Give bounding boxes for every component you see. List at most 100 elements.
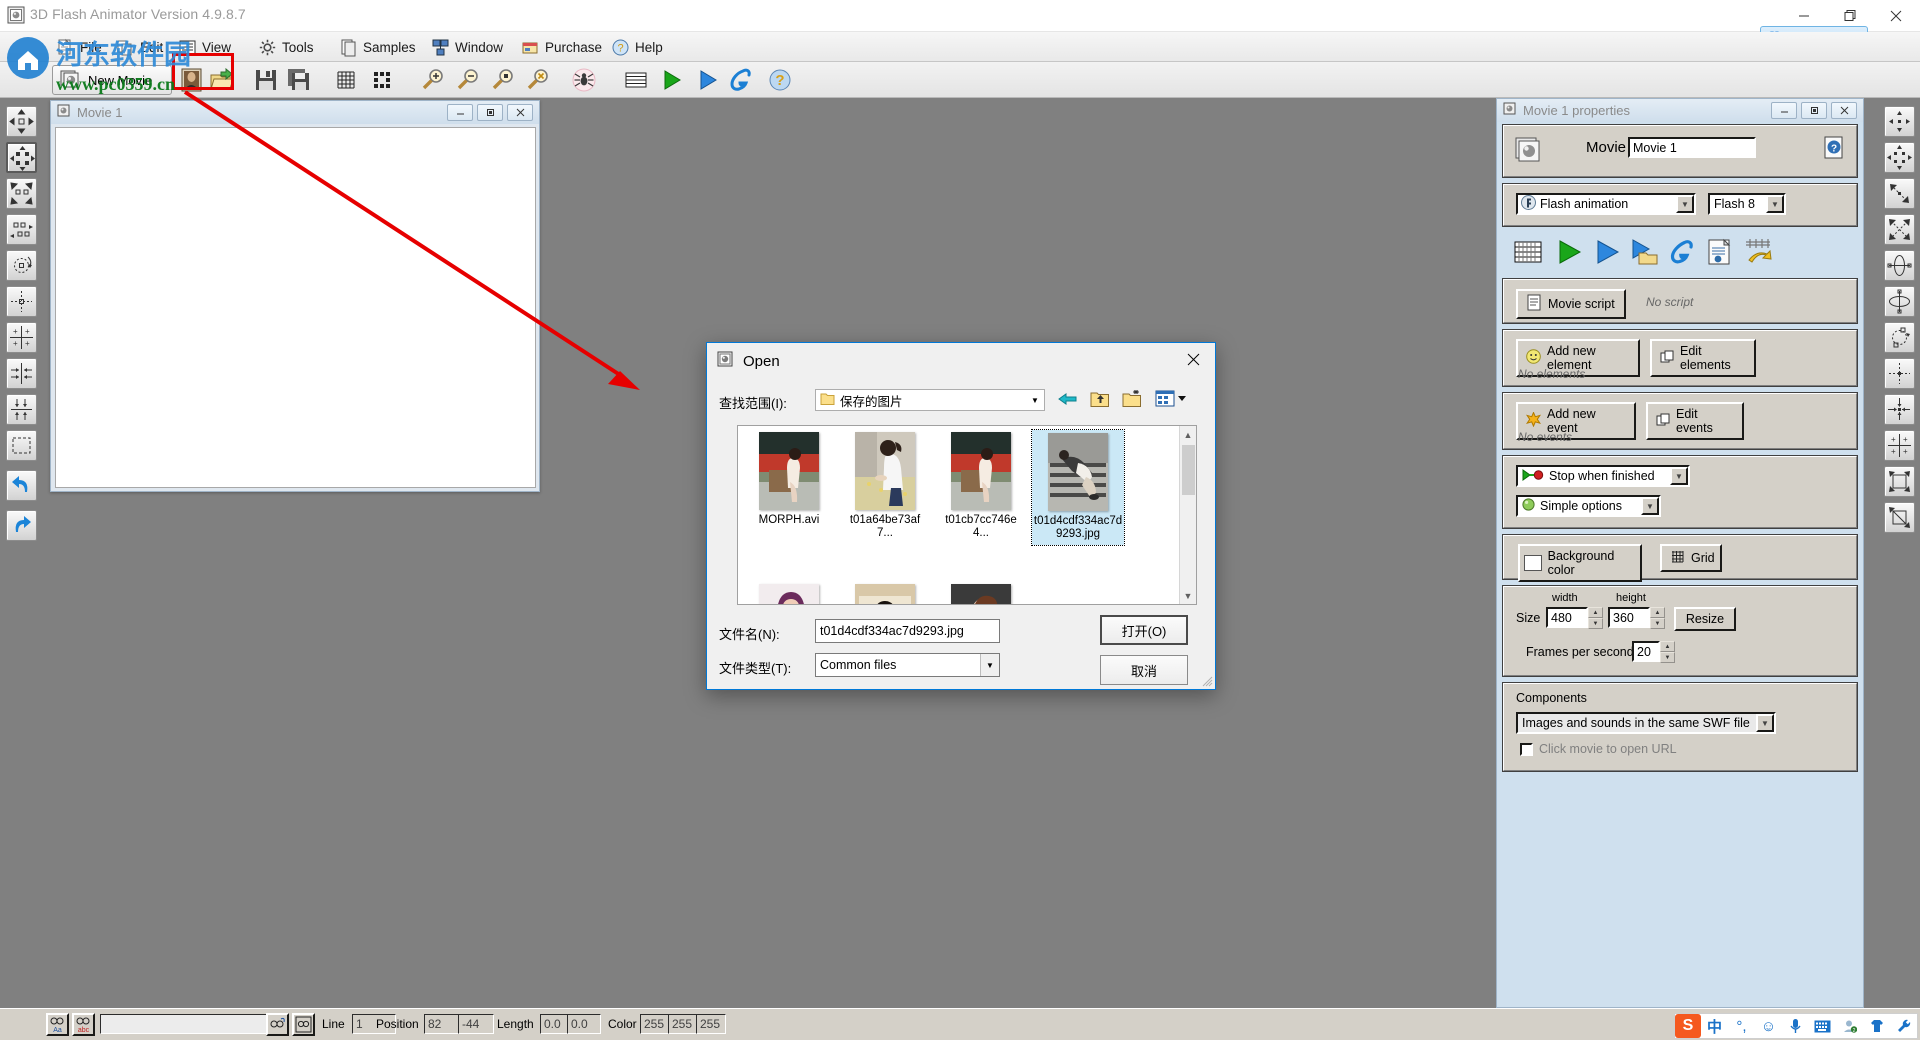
quadrant-align-icon[interactable]: ++++	[6, 322, 37, 353]
width-stepper[interactable]: ▲▼	[1588, 607, 1603, 629]
debug-spider-icon[interactable]	[570, 66, 598, 94]
scroll-down-icon[interactable]: ▼	[1180, 587, 1196, 604]
rotate-y-icon[interactable]	[1884, 286, 1915, 317]
click-movie-url-checkbox[interactable]	[1520, 743, 1533, 756]
move-center-icon[interactable]	[6, 106, 37, 137]
move-all-icon[interactable]	[1884, 142, 1915, 173]
skin-icon[interactable]	[1863, 1014, 1890, 1038]
movie-script-button[interactable]: Movie script	[1516, 289, 1626, 319]
punctuation-icon[interactable]: °,	[1728, 1014, 1755, 1038]
chevron-down-icon[interactable]: ▼	[1641, 497, 1659, 515]
background-color-swatch[interactable]	[1524, 555, 1542, 571]
microphone-icon[interactable]	[1782, 1014, 1809, 1038]
chinese-mode-icon[interactable]: 中	[1701, 1014, 1728, 1038]
height-input[interactable]: 360	[1608, 607, 1650, 628]
menu-view[interactable]: View	[172, 32, 237, 62]
snap-dots-icon[interactable]	[368, 66, 396, 94]
chevron-down-icon[interactable]: ▼	[980, 654, 999, 676]
menu-edit[interactable]: Edit	[110, 32, 169, 62]
scatter-select-icon[interactable]	[6, 142, 37, 173]
movie-name-input[interactable]: Movie 1	[1628, 137, 1756, 158]
chevron-down-icon[interactable]: ▼	[1766, 195, 1784, 213]
chevron-down-icon[interactable]: ▼	[1676, 195, 1694, 213]
undo-icon[interactable]	[6, 470, 37, 501]
zoom-in-icon[interactable]	[419, 66, 447, 94]
keyboard-icon[interactable]	[1809, 1014, 1836, 1038]
tools-wrench-icon[interactable]	[1890, 1014, 1917, 1038]
move-point-icon[interactable]	[1884, 106, 1915, 137]
quadrant-icon[interactable]: ++++	[1884, 430, 1915, 461]
options-combo[interactable]: Simple options ▼	[1516, 495, 1661, 517]
filetype-combo[interactable]: Common files ▼	[815, 653, 1000, 677]
ie-browser-icon[interactable]	[727, 66, 755, 94]
zoom-fit-icon[interactable]	[489, 66, 517, 94]
mirror-h-icon[interactable]	[6, 358, 37, 389]
click-movie-url-row[interactable]: Click movie to open URL	[1520, 742, 1677, 756]
report-icon[interactable]	[1705, 237, 1735, 270]
list-item[interactable]	[938, 584, 1024, 605]
scroll-up-icon[interactable]: ▲	[1180, 426, 1196, 443]
fps-stepper[interactable]: ▲▼	[1660, 641, 1675, 663]
resize-button[interactable]: Resize	[1674, 607, 1736, 631]
search-go-icon[interactable]	[266, 1013, 289, 1036]
chevron-down-icon[interactable]: ▼	[1756, 714, 1774, 732]
help-round-icon[interactable]: ?	[766, 66, 794, 94]
list-item[interactable]: t01cb7cc746e4...	[938, 432, 1024, 540]
edit-events-button[interactable]: Edit events	[1646, 402, 1744, 440]
fps-input[interactable]: 20	[1632, 641, 1660, 662]
components-combo[interactable]: Images and sounds in the same SWF file ▼	[1516, 712, 1776, 734]
height-stepper[interactable]: ▲▼	[1650, 607, 1665, 629]
back-icon[interactable]	[1057, 388, 1081, 412]
scale-diag-icon[interactable]	[1884, 178, 1915, 209]
file-list-scrollbar[interactable]: ▲ ▼	[1179, 426, 1196, 604]
marquee-icon[interactable]	[6, 430, 37, 461]
open-folder-icon[interactable]	[208, 66, 236, 94]
grid-button[interactable]: Grid	[1660, 544, 1722, 572]
resize-grip-icon[interactable]	[1200, 674, 1214, 688]
find-abc-icon[interactable]: abc	[72, 1013, 95, 1036]
play-blue-icon[interactable]	[1591, 237, 1621, 270]
zoom-out-icon[interactable]	[454, 66, 482, 94]
movie-restore-button[interactable]	[477, 104, 503, 121]
file-list[interactable]: MORPH.avi	[737, 425, 1197, 605]
add-picture-icon[interactable]	[178, 66, 206, 94]
open-button[interactable]: 打开(O)	[1100, 615, 1188, 645]
playback-mode-combo[interactable]: Stop when finished ▼	[1516, 465, 1690, 487]
scrollbar-thumb[interactable]	[1182, 445, 1195, 495]
flash-version-combo[interactable]: Flash 8 ▼	[1708, 193, 1786, 215]
background-color-button[interactable]: Background color	[1518, 544, 1642, 582]
timeline-rows-icon[interactable]	[622, 66, 650, 94]
properties-close-button[interactable]	[1831, 102, 1857, 119]
skew-box-icon[interactable]	[1884, 502, 1915, 533]
help-doc-icon[interactable]: ?	[1822, 135, 1846, 164]
find-text-icon[interactable]: Aa	[46, 1013, 69, 1036]
menu-file[interactable]: File	[50, 32, 108, 62]
save-icon[interactable]	[252, 66, 280, 94]
redo-icon[interactable]	[6, 510, 37, 541]
grid-icon[interactable]	[332, 66, 360, 94]
zoom-reset-icon[interactable]	[524, 66, 552, 94]
list-item-selected[interactable]: t01d4cdf334ac7d9293.jpg	[1032, 430, 1124, 545]
expand-nodes-icon[interactable]	[6, 178, 37, 209]
cancel-button[interactable]: 取消	[1100, 655, 1188, 685]
animation-type-combo[interactable]: Flash animation ▼	[1516, 193, 1696, 215]
emoji-icon[interactable]: ☺	[1755, 1014, 1782, 1038]
dotted-cross-icon[interactable]	[1884, 358, 1915, 389]
chevron-down-icon[interactable]: ▼	[1670, 467, 1688, 485]
user-icon[interactable]: 2	[1836, 1014, 1863, 1038]
align-swap-icon[interactable]	[6, 214, 37, 245]
open-file-dialog[interactable]: Open 查找范围(I): 保存的图片 ▼	[706, 342, 1216, 690]
rotate-z-icon[interactable]	[1884, 322, 1915, 353]
scale-box-icon[interactable]	[1884, 466, 1915, 497]
rotate-x-icon[interactable]	[1884, 250, 1915, 281]
save-all-icon[interactable]	[285, 66, 313, 94]
timeline-icon[interactable]	[1513, 237, 1543, 270]
lookin-combo[interactable]: 保存的图片 ▼	[815, 389, 1045, 411]
menu-samples[interactable]: Samples	[333, 32, 422, 62]
movie-close-button[interactable]	[507, 104, 533, 121]
menu-window[interactable]: Window	[425, 32, 509, 62]
ie-browser-icon[interactable]	[1667, 237, 1697, 270]
window-close-button[interactable]	[1873, 0, 1919, 31]
converge-icon[interactable]	[1884, 394, 1915, 425]
dotted-cross-icon[interactable]	[6, 286, 37, 317]
